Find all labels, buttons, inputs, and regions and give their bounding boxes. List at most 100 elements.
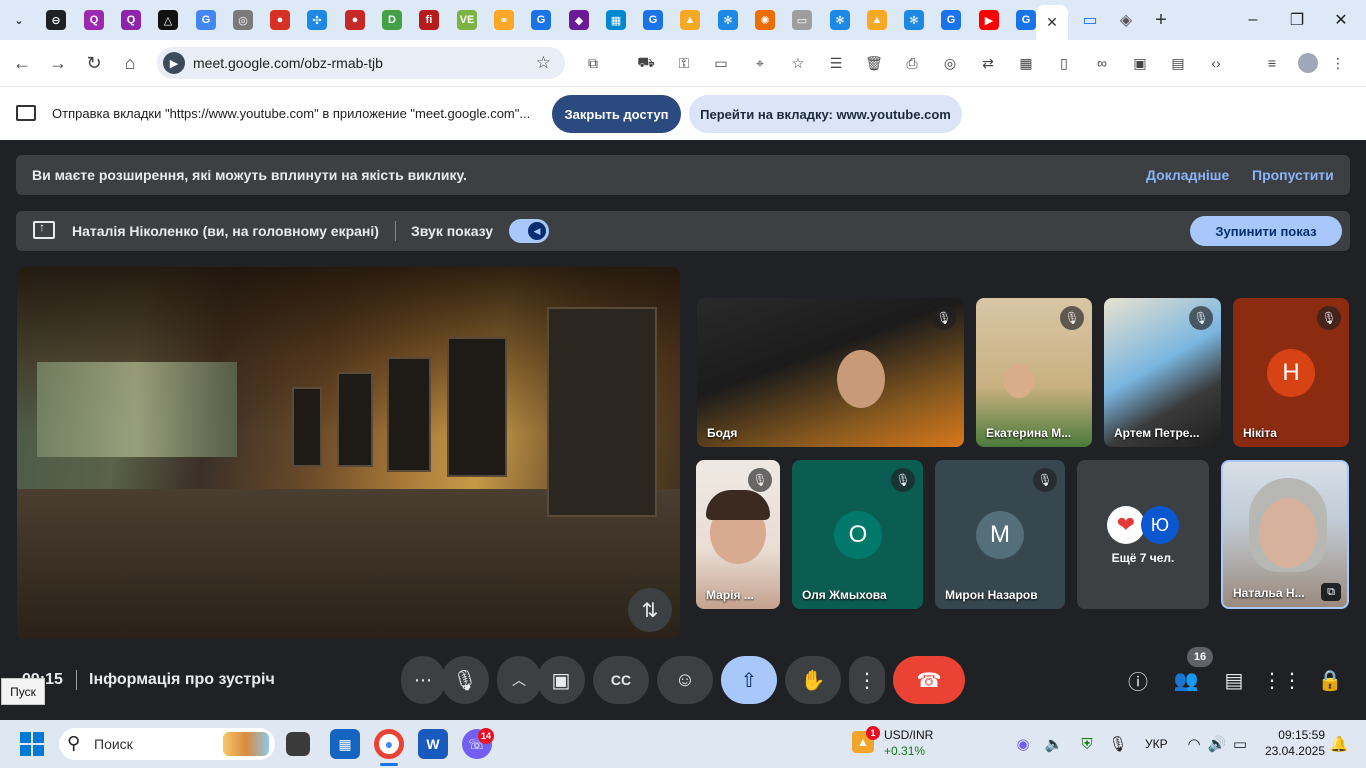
active-tab[interactable]: ✕ <box>1036 5 1068 40</box>
participant-tile[interactable]: 🎙 Артем Петре... <box>1104 298 1221 447</box>
learn-more-link[interactable]: Докладніше <box>1146 167 1229 183</box>
link-icon[interactable]: ∞ <box>1092 53 1112 73</box>
grid-app-icon[interactable]: ▦ <box>606 10 626 30</box>
lens-icon[interactable]: ◎ <box>940 53 960 73</box>
google-g-icon[interactable]: G <box>643 10 663 30</box>
bell-icon[interactable]: ▲ <box>680 10 700 30</box>
snowflake-icon[interactable]: ✻ <box>830 10 850 30</box>
site-info-icon[interactable]: ▶ <box>163 52 185 74</box>
home-icon[interactable]: ⌂ <box>118 51 142 75</box>
raise-hand-icon[interactable]: ✋ <box>785 656 841 704</box>
shield-icon[interactable]: ◈ <box>1116 10 1136 30</box>
chrome-icon[interactable]: ● <box>374 729 404 759</box>
people-icon[interactable]: 👥 <box>1172 666 1200 694</box>
print-icon[interactable]: ⎙ <box>902 53 922 73</box>
extensions-icon[interactable]: ⧉ <box>583 53 603 73</box>
puzzle-app-icon[interactable]: ✣ <box>307 10 327 30</box>
volume-icon[interactable]: 🔈 <box>1043 733 1065 755</box>
captions-icon[interactable]: CC <box>593 656 649 704</box>
reading-list-icon[interactable]: ☰ <box>826 53 846 73</box>
emoji-icon[interactable]: ☺ <box>657 656 713 704</box>
skip-link[interactable]: Пропустити <box>1252 167 1334 183</box>
card-icon[interactable]: ▭ <box>711 53 731 73</box>
star-extension-icon[interactable]: ☆ <box>788 53 808 73</box>
participant-tile[interactable]: 🎙 Екатерина М... <box>976 298 1092 447</box>
speaker-icon[interactable]: 🔊 <box>1206 733 1228 755</box>
language-indicator[interactable]: УКР <box>1145 737 1168 751</box>
translate-icon[interactable]: ⇄ <box>978 53 998 73</box>
participant-tile[interactable]: О 🎙 Оля Жмыхова <box>792 460 923 609</box>
reader-icon[interactable]: ▯ <box>1054 53 1074 73</box>
url-text[interactable]: meet.google.com/obz-rmab-tjb <box>193 55 383 71</box>
wifi-icon[interactable]: ◠ <box>1183 733 1205 755</box>
clock-date[interactable]: 23.04.2025 <box>1260 744 1325 758</box>
ve-app-icon[interactable]: VE <box>457 10 477 30</box>
location-icon[interactable]: ⌖ <box>750 53 770 73</box>
bookmark-star-icon[interactable]: ☆ <box>536 53 551 73</box>
code-icon[interactable]: ‹› <box>1206 53 1226 73</box>
more-audio-options-icon[interactable]: ⋯ <box>401 656 445 704</box>
globe-icon[interactable]: ◎ <box>233 10 253 30</box>
app-icon[interactable]: ⊖ <box>46 10 66 30</box>
participant-tile[interactable]: Н 🎙 Нікіта <box>1233 298 1349 447</box>
swap-layout-icon[interactable]: ⇅ <box>628 588 672 632</box>
more-options-icon[interactable]: ⋮ <box>849 656 885 704</box>
quiz-icon[interactable]: Q <box>121 10 141 30</box>
info-icon[interactable]: ⓘ <box>1124 666 1152 694</box>
chevron-up-icon[interactable]: ︿ <box>497 656 541 704</box>
camera-icon[interactable]: ▣ <box>537 656 585 704</box>
taskbar-search[interactable]: ⚲ Поиск <box>59 728 275 760</box>
snowflake-icon[interactable]: ✻ <box>904 10 924 30</box>
reload-icon[interactable]: ↻ <box>82 51 106 75</box>
youtube-icon[interactable]: ▶ <box>979 10 999 30</box>
task-view-icon[interactable] <box>286 732 310 756</box>
quiz-icon[interactable]: Q <box>84 10 104 30</box>
microphone-icon[interactable]: 🎙 <box>441 656 489 704</box>
participant-tile[interactable]: М 🎙 Мирон Назаров <box>935 460 1065 609</box>
viber-tray-icon[interactable]: ◉ <box>1012 733 1034 755</box>
profile-avatar[interactable] <box>1298 53 1318 73</box>
host-controls-icon[interactable]: 🔒 <box>1316 666 1344 694</box>
table-icon[interactable]: ▤ <box>1168 53 1188 73</box>
google-g-icon[interactable]: G <box>531 10 551 30</box>
microphone-tray-icon[interactable]: 🎙 <box>1107 733 1129 755</box>
notification-bell-icon[interactable]: 🔔 <box>1328 733 1350 755</box>
red-ball-icon[interactable]: ● <box>270 10 290 30</box>
trash-icon[interactable]: 🗑 <box>864 53 884 73</box>
pinwheel-icon[interactable]: ✺ <box>755 10 775 30</box>
google-g-icon[interactable]: G <box>941 10 961 30</box>
activities-icon[interactable]: ⋮⋮ <box>1262 666 1302 694</box>
d-app-icon[interactable]: D <box>382 10 402 30</box>
red-ball-icon[interactable]: ● <box>345 10 365 30</box>
chat-app-icon[interactable]: ◆ <box>569 10 589 30</box>
forward-icon[interactable]: → <box>46 51 70 75</box>
triangle-app-icon[interactable]: △ <box>158 10 178 30</box>
participant-tile[interactable]: 🎙 Бодя <box>697 298 964 447</box>
chat-icon[interactable]: ▤ <box>1220 666 1248 694</box>
store-icon[interactable]: ▦ <box>330 729 360 759</box>
back-icon[interactable]: ← <box>10 51 34 75</box>
snowflake-icon[interactable]: ✻ <box>718 10 738 30</box>
self-view-tile[interactable]: Натальа Н... ⧉ <box>1221 460 1349 609</box>
switch-to-tab-button[interactable]: Перейти на вкладку: www.youtube.com <box>689 95 962 133</box>
media-control-icon[interactable]: ≡ <box>1262 53 1282 73</box>
link-icon[interactable]: ⚭ <box>494 10 514 30</box>
devices-icon[interactable]: ▣ <box>1130 53 1150 73</box>
menu-dots-icon[interactable]: ⋮ <box>1328 53 1348 73</box>
stop-access-button[interactable]: Закрыть доступ <box>552 95 681 133</box>
key-icon[interactable]: ⚿ <box>674 53 694 73</box>
maximize-button[interactable]: ❐ <box>1282 8 1312 32</box>
more-participants-tile[interactable]: ❤ Ю Ещё 7 чел. <box>1077 460 1209 609</box>
meeting-info-link[interactable]: Інформація про зустріч <box>89 671 275 689</box>
address-bar[interactable]: ▶ meet.google.com/obz-rmab-tjb ☆ <box>157 47 565 79</box>
google-g-icon[interactable]: G <box>1016 10 1036 30</box>
tab-menu-icon[interactable]: ⌄ <box>9 10 29 30</box>
qr-icon[interactable]: ▦ <box>1016 53 1036 73</box>
pip-icon[interactable]: ⧉ <box>1321 583 1341 601</box>
fi-app-icon[interactable]: fi <box>419 10 439 30</box>
board-icon[interactable]: ▭ <box>792 10 812 30</box>
participant-tile[interactable]: 🎙 Марія ... <box>696 460 780 609</box>
tab-screen-icon[interactable]: ▭ <box>1080 10 1100 30</box>
new-tab-button[interactable]: + <box>1150 9 1172 31</box>
security-icon[interactable]: ⛨ <box>1076 733 1098 755</box>
